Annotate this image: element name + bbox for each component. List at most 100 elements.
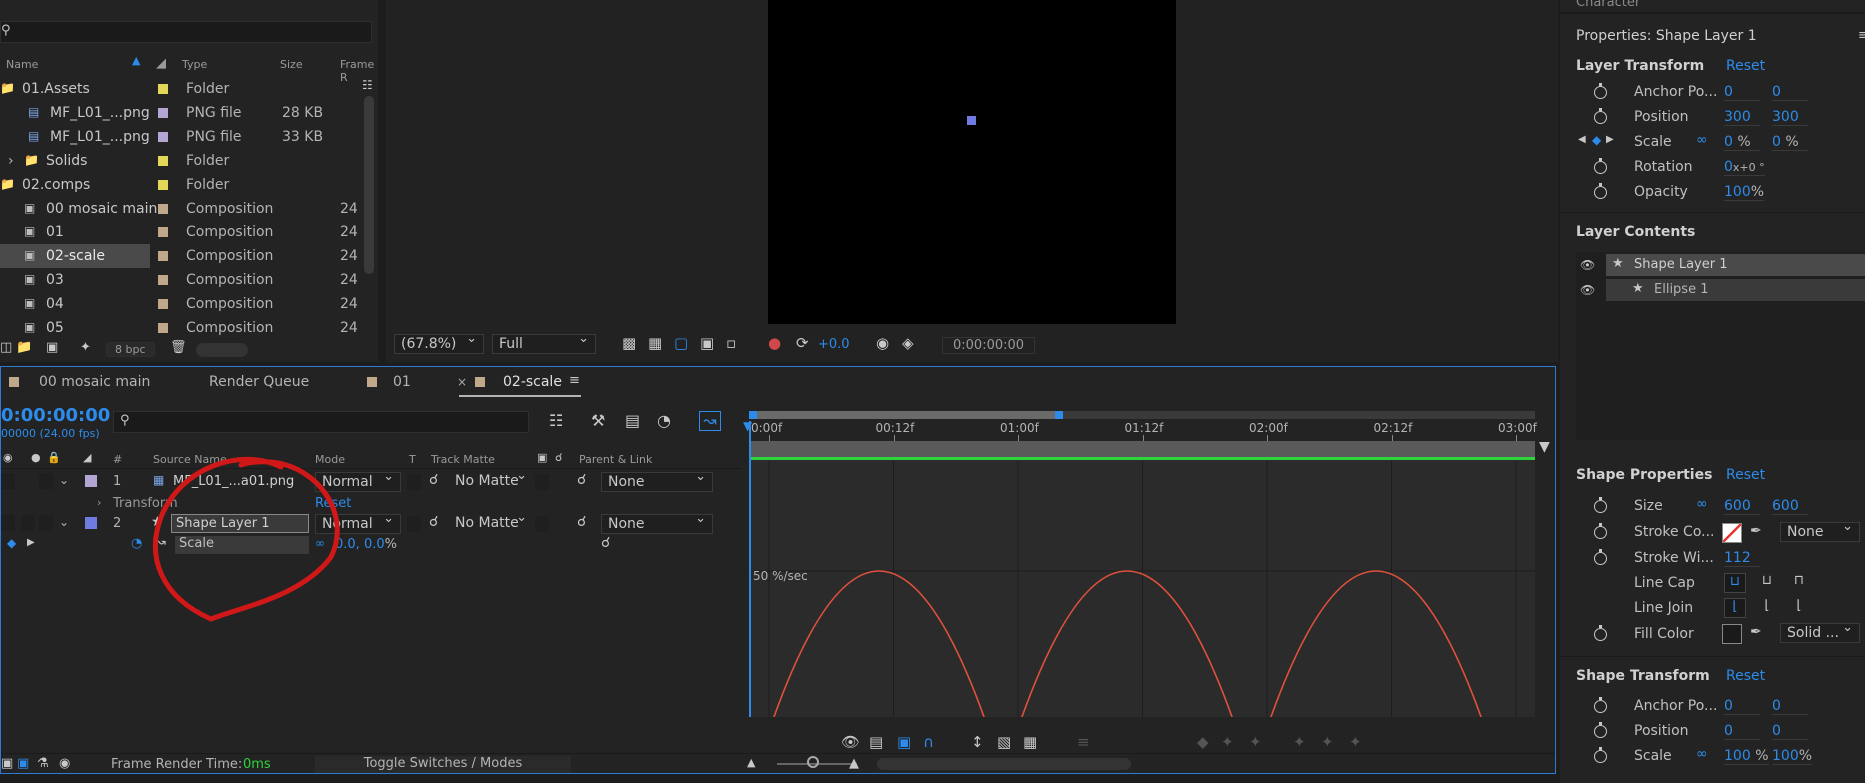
close-tab-icon[interactable]: × xyxy=(457,375,467,389)
fill-color-swatch[interactable] xyxy=(1722,624,1742,644)
next-keyframe-icon[interactable]: ▶ xyxy=(1606,134,1614,145)
stroke-type-dropdown[interactable]: None xyxy=(1780,519,1860,542)
position-x-value[interactable]: 300 xyxy=(1724,109,1760,126)
layer-row[interactable]: ⌄ 1 ▦ MF_L01_...a01.png Normal ☌ No Matt… xyxy=(1,468,741,493)
project-hscroll[interactable] xyxy=(196,343,248,357)
resolution-dropdown[interactable]: Full xyxy=(492,331,596,354)
t-header[interactable]: T xyxy=(409,453,416,466)
label-tag-icon[interactable]: ◢ xyxy=(83,451,91,464)
project-item-row[interactable]: ▤ MF_L01_...png PNG file 28 KB xyxy=(0,101,378,125)
eyedropper-icon[interactable]: ✒ xyxy=(1750,624,1762,640)
anchor-x-value[interactable]: 0 xyxy=(1724,84,1760,101)
layer-switches-icon[interactable]: ▣ xyxy=(1,756,13,771)
eye-icon[interactable]: 👁 xyxy=(1580,258,1595,272)
project-item-row[interactable]: ▤ MF_L01_...png PNG file 33 KB xyxy=(0,125,378,149)
video-toggle[interactable] xyxy=(1,515,15,531)
label-swatch[interactable] xyxy=(158,84,168,94)
linear-icon[interactable]: ✦ xyxy=(1221,733,1234,751)
line-cap-round-icon[interactable]: ⊔ xyxy=(1756,573,1778,593)
anchor-y-value[interactable]: 0 xyxy=(1772,84,1808,101)
mask-visibility-icon[interactable]: ▣ xyxy=(700,334,714,352)
preserve-transparency-toggle[interactable] xyxy=(407,474,421,490)
lock-icon[interactable]: 🔒 xyxy=(47,451,61,464)
position-stopwatch-icon[interactable] xyxy=(1594,108,1607,124)
expand-chevron-icon[interactable]: ⌄ xyxy=(59,515,69,529)
fill-color-stopwatch-icon[interactable] xyxy=(1594,625,1607,641)
position-y-value[interactable]: 300 xyxy=(1772,109,1808,126)
playhead[interactable] xyxy=(749,421,751,717)
bpc-button[interactable]: 8 bpc xyxy=(106,342,155,357)
lock-toggle[interactable] xyxy=(39,515,53,531)
expression-pickwhip-icon[interactable]: ☌ xyxy=(601,535,610,551)
col-type-header[interactable]: Type xyxy=(182,58,207,71)
zoom-dropdown[interactable]: (67.8%) xyxy=(394,331,484,354)
label-swatch[interactable] xyxy=(158,179,168,190)
composition-flowchart-icon[interactable]: ☷ xyxy=(549,411,563,430)
label-swatch[interactable] xyxy=(158,155,168,166)
label-swatch[interactable] xyxy=(158,275,168,286)
color-channels-icon[interactable]: ● xyxy=(768,334,781,352)
separate-dimensions-icon[interactable]: ▦ xyxy=(1023,733,1037,751)
easy-ease-in-icon[interactable]: ✦ xyxy=(1321,733,1334,751)
project-item-row[interactable]: 📁 01.Assets Folder xyxy=(0,77,378,101)
expand-chevron-icon[interactable]: ⌄ xyxy=(59,473,69,487)
project-item-row[interactable]: 📁 02.comps Folder xyxy=(0,173,378,197)
preserve-transparency-toggle[interactable] xyxy=(407,516,421,532)
grid-guides-icon[interactable]: ▫ xyxy=(726,334,736,352)
parent-link-header[interactable]: Parent & Link xyxy=(579,453,652,466)
show-properties-icon[interactable]: 👁 xyxy=(841,733,860,751)
pickwhip-icon[interactable]: ☌ xyxy=(555,451,562,464)
edit-keyframe-icon[interactable]: ≡ xyxy=(1077,733,1090,751)
project-item-row[interactable]: ▣ 00 mosaic main Composition 24 xyxy=(0,197,378,221)
label-swatch[interactable] xyxy=(158,251,168,262)
layer-transform-reset[interactable]: Reset xyxy=(1726,58,1765,74)
stroke-width-stopwatch-icon[interactable] xyxy=(1594,549,1607,565)
col-size-header[interactable]: Size xyxy=(280,58,303,71)
size-x-value[interactable]: 600 xyxy=(1724,498,1760,515)
line-join-round-icon[interactable]: ⌊ xyxy=(1756,598,1778,618)
next-keyframe-icon[interactable]: ▶ xyxy=(27,537,35,548)
keyframe-diamond-icon[interactable]: ◆ xyxy=(7,536,16,550)
flowchart-icon[interactable]: ☷ xyxy=(362,78,373,92)
project-search-input[interactable]: ⚲ xyxy=(0,21,372,43)
reset-exposure-icon[interactable]: ⟳ xyxy=(796,334,809,352)
eye-icon[interactable]: 👁 xyxy=(1580,283,1595,297)
keyframe-diamond-icon[interactable]: ◆ xyxy=(1592,133,1601,147)
label-swatch[interactable] xyxy=(158,227,168,238)
track-matte-dropdown[interactable]: No Matte xyxy=(449,468,533,492)
exposure-value[interactable]: +0.0 xyxy=(818,337,850,352)
fast-previews-icon[interactable]: ▩ xyxy=(622,334,636,352)
video-toggle[interactable] xyxy=(1,473,15,489)
line-join-bevel-icon[interactable]: ⌊ xyxy=(1788,598,1810,618)
stroke-width-value[interactable]: 112 xyxy=(1724,550,1760,567)
tab-menu-icon[interactable]: ≡ xyxy=(569,373,580,388)
viewer-timecode[interactable]: 0:00:00:00 xyxy=(942,337,1036,354)
layer-label-swatch[interactable] xyxy=(85,517,97,529)
hold-icon[interactable]: ◆ xyxy=(1197,733,1209,751)
project-item-row[interactable]: ▣ 05 Composition 24 xyxy=(0,316,378,340)
transfer-controls-icon[interactable]: ▣ xyxy=(17,756,29,771)
shape-transform-reset[interactable]: Reset xyxy=(1726,668,1765,684)
graph-type-icon[interactable]: ▤ xyxy=(869,733,883,751)
constrain-size-icon[interactable]: ∞ xyxy=(1696,496,1708,512)
label-swatch[interactable] xyxy=(158,203,168,214)
fill-type-dropdown[interactable]: Solid ... xyxy=(1780,620,1860,643)
tab-00-mosaic-main[interactable]: 00 mosaic main xyxy=(39,374,150,390)
scale-property-row[interactable]: ◆ ▶ ◔ ↝ Scale ∞ 0.0, 0.0% ☌ xyxy=(1,535,741,555)
st-anchor-x-value[interactable]: 0 xyxy=(1724,698,1760,715)
st-anchor-y-value[interactable]: 0 xyxy=(1772,698,1808,715)
time-ruler[interactable]: 0:00f 00:12f 01:00f 01:12f 02:00f 02:12f 03:00… xyxy=(749,419,1537,441)
expand-chevron-icon[interactable]: › xyxy=(8,153,14,169)
project-item-row[interactable]: ▣ 03 Composition 24 xyxy=(0,268,378,292)
trash-icon[interactable]: 🗑 xyxy=(170,340,187,355)
label-tag-icon[interactable]: ◢ xyxy=(156,56,166,71)
new-composition-icon[interactable]: ▣ xyxy=(46,340,58,355)
rotation-value[interactable]: 0x+0 ° xyxy=(1724,159,1765,176)
tab-01[interactable]: 01 xyxy=(393,374,411,390)
velocity-curve[interactable] xyxy=(1015,570,1239,717)
col-name-header[interactable]: Name xyxy=(6,58,38,71)
layer-bar[interactable] xyxy=(749,441,1535,457)
snap-icon[interactable]: ∩ xyxy=(923,733,934,751)
zoom-in-icon[interactable]: ▲ xyxy=(849,756,859,771)
matte-source-icon[interactable]: ☌ xyxy=(429,514,438,530)
